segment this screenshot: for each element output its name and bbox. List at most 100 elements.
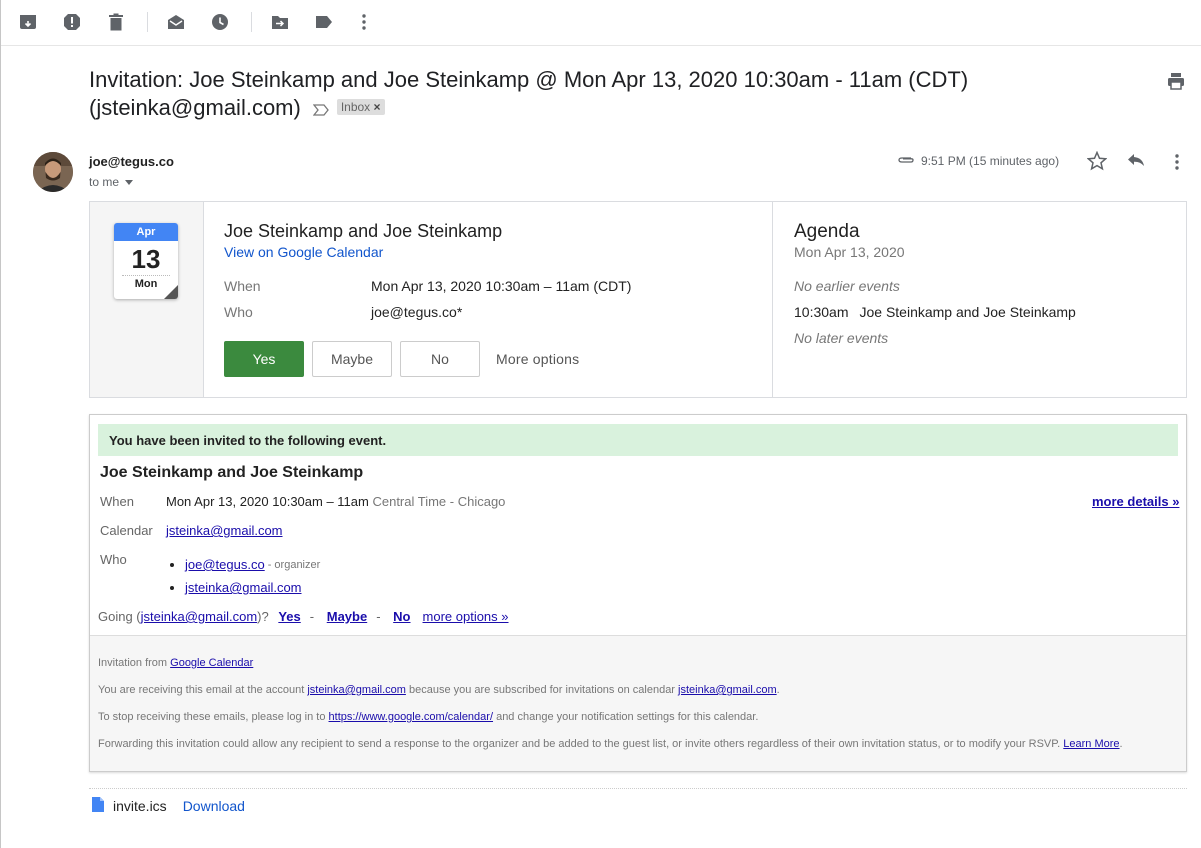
agenda-panel: Agenda Mon Apr 13, 2020 No earlier event… [774, 202, 1186, 397]
invitation-calendar-label: Calendar [100, 523, 153, 538]
file-icon [91, 796, 105, 816]
guest-email-link[interactable]: joe@tegus.co [185, 557, 265, 572]
invitation-when-label: When [100, 494, 134, 509]
invitation-when-time: Mon Apr 13, 2020 10:30am – 11am [166, 494, 369, 509]
message-more-icon[interactable] [1167, 152, 1187, 177]
delete-icon[interactable] [105, 11, 127, 33]
email-subject: Invitation: Joe Steinkamp and Joe Steink… [89, 66, 989, 123]
event-title: Joe Steinkamp and Joe Steinkamp [224, 221, 503, 241]
going-sep: - [376, 609, 381, 624]
calendar-date-panel: Apr 13 Mon [90, 202, 204, 397]
archive-icon[interactable] [17, 11, 39, 33]
footer-line-account: You are receiving this email at the acco… [98, 684, 780, 696]
calendar-email-link[interactable]: jsteinka@gmail.com [678, 684, 777, 696]
view-on-calendar-link[interactable]: View on Google Calendar [224, 244, 383, 260]
learn-more-link[interactable]: Learn More [1063, 738, 1119, 750]
mark-unread-icon[interactable] [165, 11, 187, 33]
subject-text: Invitation: Joe Steinkamp and Joe Steink… [89, 67, 969, 120]
footer-text: . [1119, 738, 1123, 750]
attachment-filename[interactable]: invite.ics [113, 798, 167, 814]
invitation-footer: Invitation from Google Calendar You are … [90, 635, 1186, 771]
guest-list: joe@tegus.co - organizer jsteinka@gmail.c… [166, 553, 320, 599]
guest-role: - organizer [267, 558, 321, 571]
attachment-divider [89, 788, 1187, 789]
attachment-clip-icon [897, 154, 915, 168]
rsvp-maybe-button[interactable]: Maybe [312, 341, 392, 377]
agenda-no-earlier: No earlier events [794, 278, 900, 294]
when-value: Mon Apr 13, 2020 10:30am – 11am (CDT) [371, 278, 632, 294]
going-sep: - [309, 609, 315, 624]
sender-email[interactable]: joe@tegus.co [89, 154, 174, 169]
footer-text: Invitation from [98, 657, 171, 669]
calendar-weekday: Mon [122, 275, 170, 292]
google-calendar-link[interactable]: Google Calendar [170, 657, 253, 669]
event-summary-panel: Joe Steinkamp and Joe Steinkamp View on … [205, 202, 773, 397]
going-suffix: )? [257, 609, 269, 624]
calendar-month: Apr [114, 223, 178, 241]
recipient-summary[interactable]: to me [89, 175, 134, 189]
invitation-when-value: Mon Apr 13, 2020 10:30am – 11am Central … [166, 494, 505, 509]
reply-icon[interactable] [1127, 152, 1145, 173]
remove-label-icon[interactable]: × [374, 100, 381, 114]
calendar-url-link[interactable]: https://www.google.com/calendar/ [329, 711, 493, 723]
going-no-link[interactable]: No [393, 609, 410, 624]
invitation-who-label: Who [100, 552, 127, 567]
more-details-link[interactable]: more details » [1092, 494, 1179, 509]
footer-line-source: Invitation from Google Calendar [98, 657, 253, 669]
invitation-banner: You have been invited to the following e… [98, 424, 1178, 456]
message-time: 9:51 PM (15 minutes ago) [921, 154, 1060, 168]
recipient-text: to me [89, 175, 120, 189]
footer-text: because you are subscribed for invitatio… [405, 684, 679, 696]
agenda-no-later: No later events [794, 330, 889, 346]
message-meta: 9:51 PM (15 minutes ago) [897, 154, 1059, 168]
inbox-label-text: Inbox [340, 100, 371, 115]
footer-line-forwarding: Forwarding this invitation could allow a… [98, 738, 1123, 750]
footer-text: You are receiving this email at the acco… [98, 684, 308, 696]
inbox-label-chip[interactable]: Inbox × [336, 99, 385, 116]
toolbar [1, 0, 1201, 46]
going-more-options-link[interactable]: more options » [423, 609, 509, 624]
agenda-title: Agenda [794, 221, 860, 242]
footer-text: and change your notification settings fo… [493, 711, 759, 723]
when-label: When [224, 278, 261, 294]
account-email-link[interactable]: jsteinka@gmail.com [307, 684, 406, 696]
rsvp-yes-button[interactable]: Yes [224, 341, 304, 377]
agenda-event[interactable]: 10:30am Joe Steinkamp and Joe Steinkamp [794, 304, 1076, 320]
labels-icon[interactable] [313, 11, 335, 33]
invitation-timezone: Central Time - Chicago [372, 494, 506, 509]
attachment-row: invite.ics Download [91, 796, 245, 816]
star-icon[interactable] [1086, 150, 1108, 176]
guest-email-link[interactable]: jsteinka@gmail.com [185, 580, 302, 595]
calendar-date-icon: Apr 13 Mon [114, 223, 178, 299]
agenda-event-title: Joe Steinkamp and Joe Steinkamp [859, 304, 1076, 320]
print-icon[interactable] [1167, 72, 1185, 95]
attachment-download-link[interactable]: Download [183, 798, 245, 814]
calendar-invite-card: Apr 13 Mon Joe Steinkamp and Joe Steinka… [89, 201, 1187, 398]
importance-marker-icon[interactable] [312, 95, 329, 123]
guest-item: jsteinka@gmail.com [166, 576, 320, 599]
going-email-link[interactable]: jsteinka@gmail.com [141, 609, 258, 624]
who-value: joe@tegus.co* [371, 304, 463, 320]
agenda-event-time: 10:30am [794, 304, 849, 320]
invitation-title: Joe Steinkamp and Joe Steinkamp [100, 464, 364, 481]
calendar-day: 13 [131, 244, 161, 274]
going-prompt: Going (jsteinka@gmail.com)? Yes - Maybe - … [98, 609, 509, 624]
snooze-icon[interactable] [209, 11, 231, 33]
report-spam-icon[interactable] [61, 11, 83, 33]
footer-text: . [776, 684, 780, 696]
sender-avatar[interactable] [33, 152, 73, 192]
footer-text: Forwarding this invitation could allow a… [98, 738, 1064, 750]
calendar-email-link[interactable]: jsteinka@gmail.com [166, 523, 283, 538]
move-to-icon[interactable] [269, 11, 291, 33]
going-maybe-link[interactable]: Maybe [327, 609, 367, 624]
footer-line-unsubscribe: To stop receiving these emails, please l… [98, 711, 758, 723]
rsvp-more-options-button[interactable]: More options [496, 351, 579, 367]
rsvp-no-button[interactable]: No [400, 341, 480, 377]
more-vert-icon[interactable] [353, 11, 375, 33]
footer-text: To stop receiving these emails, please l… [98, 711, 329, 723]
going-yes-link[interactable]: Yes [278, 609, 300, 624]
invitation-calendar-value: jsteinka@gmail.com [166, 523, 283, 538]
guest-item: joe@tegus.co - organizer [166, 553, 320, 576]
going-prefix: Going ( [98, 609, 141, 624]
recipient-dropdown-icon[interactable] [122, 175, 134, 189]
